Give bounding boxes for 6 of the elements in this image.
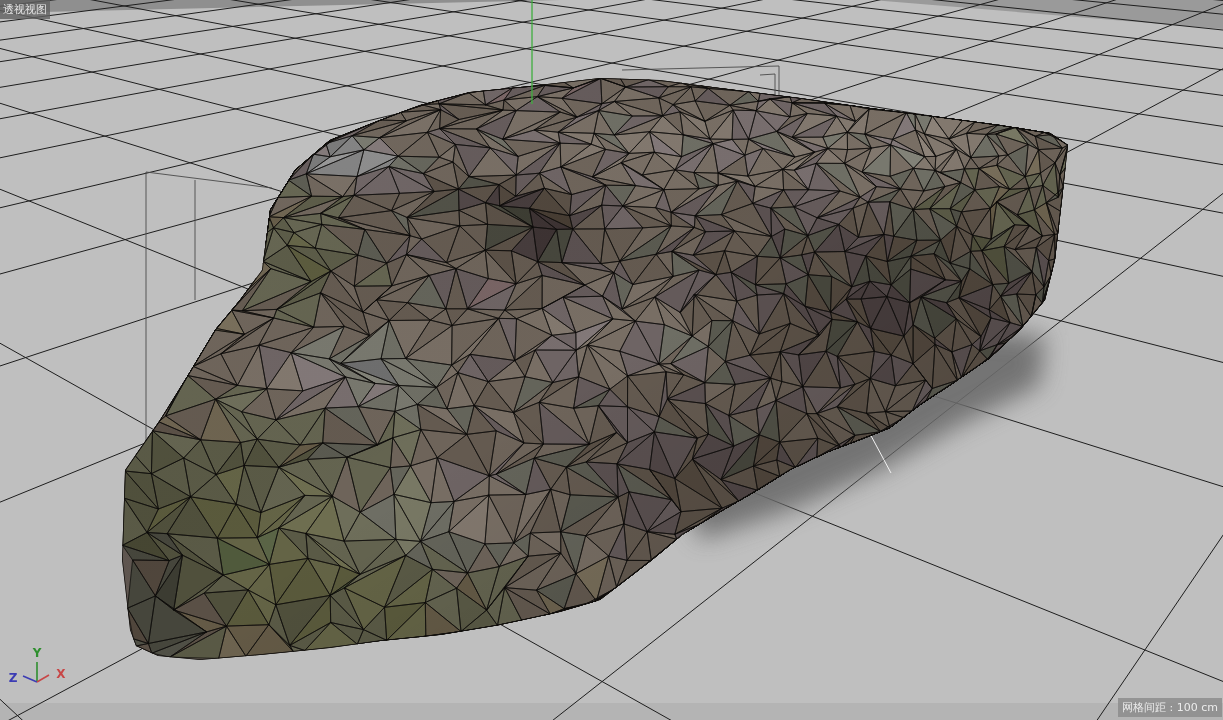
grid-spacing-label: 网格间距 : 100 cm xyxy=(1118,698,1222,717)
axis-label: Y xyxy=(32,646,42,660)
axis-label: Z xyxy=(8,671,18,685)
viewport-title: 透视视图 xyxy=(0,0,50,19)
axis-gizmo-icon xyxy=(22,661,50,683)
axis-label: X xyxy=(56,667,66,681)
